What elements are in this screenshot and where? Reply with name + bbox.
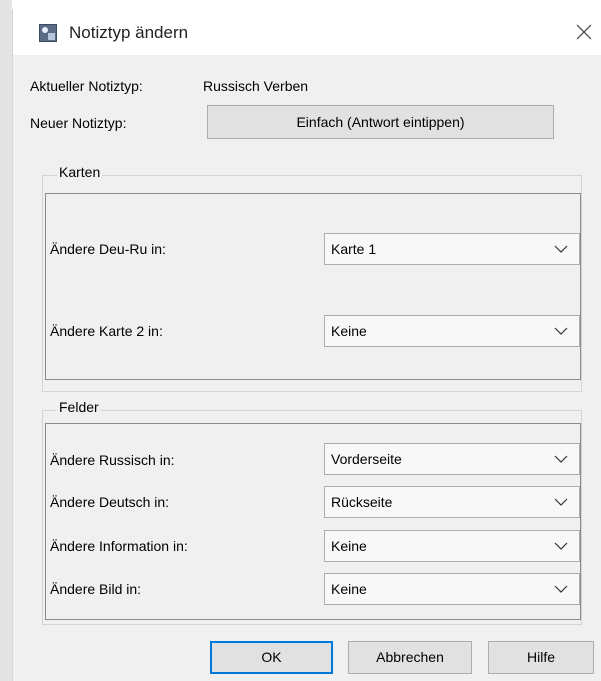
close-icon[interactable]: [569, 17, 599, 47]
card-mapping-label-deu-ru: Ändere Deu-Ru in:: [50, 241, 166, 257]
field-mapping-value-deutsch: Rückseite: [331, 494, 393, 510]
field-mapping-label-deutsch: Ändere Deutsch in:: [50, 494, 170, 510]
field-mapping-label-russisch: Ändere Russisch in:: [50, 452, 175, 468]
current-notetype-value: Russisch Verben: [203, 78, 309, 94]
field-mapping-select-bild[interactable]: Keine: [324, 573, 580, 605]
field-mapping-select-deutsch[interactable]: Rückseite: [324, 486, 580, 518]
dialog-title: Notiztyp ändern: [69, 23, 189, 42]
chevron-down-icon: [554, 327, 568, 335]
chevron-down-icon: [554, 498, 568, 506]
field-mapping-select-russisch[interactable]: Vorderseite: [324, 443, 580, 475]
card-mapping-label-karte-2: Ändere Karte 2 in:: [50, 323, 163, 339]
ok-button[interactable]: OK: [210, 641, 333, 674]
new-notetype-button-label: Einfach (Antwort eintippen): [296, 114, 465, 130]
new-notetype-button[interactable]: Einfach (Antwort eintippen): [207, 105, 554, 139]
cancel-button[interactable]: Abbrechen: [348, 641, 472, 674]
card-mapping-value-karte-2: Keine: [331, 323, 367, 339]
card-mapping-select-karte-2[interactable]: Keine: [324, 315, 580, 347]
chevron-down-icon: [554, 585, 568, 593]
chevron-down-icon: [554, 542, 568, 550]
cards-group-title: Karten: [57, 164, 103, 180]
field-mapping-value-bild: Keine: [331, 581, 367, 597]
title-bar: Notiztyp ändern: [13, 9, 601, 55]
field-mapping-value-russisch: Vorderseite: [331, 451, 402, 467]
help-button-label: Hilfe: [526, 649, 555, 665]
new-notetype-label: Neuer Notiztyp:: [30, 115, 127, 131]
cards-inner-panel: [45, 193, 581, 380]
field-mapping-label-information: Ändere Information in:: [50, 538, 188, 554]
card-mapping-value-deu-ru: Karte 1: [331, 241, 377, 257]
card-mapping-select-deu-ru[interactable]: Karte 1: [324, 233, 580, 265]
chevron-down-icon: [554, 245, 568, 253]
fields-group-title: Felder: [57, 399, 101, 415]
field-mapping-value-information: Keine: [331, 538, 367, 554]
ok-button-label: OK: [261, 649, 282, 665]
anki-app-icon: [39, 24, 57, 42]
current-notetype-label: Aktueller Notiztyp:: [30, 78, 143, 94]
background-window-top: [12, 0, 601, 9]
field-mapping-select-information[interactable]: Keine: [324, 530, 580, 562]
field-mapping-label-bild: Ändere Bild in:: [50, 581, 142, 597]
help-button[interactable]: Hilfe: [488, 641, 594, 674]
change-notetype-dialog: Notiztyp ändern Aktueller Notiztyp: Russ…: [12, 9, 601, 681]
chevron-down-icon: [554, 455, 568, 463]
cancel-button-label: Abbrechen: [376, 649, 444, 665]
